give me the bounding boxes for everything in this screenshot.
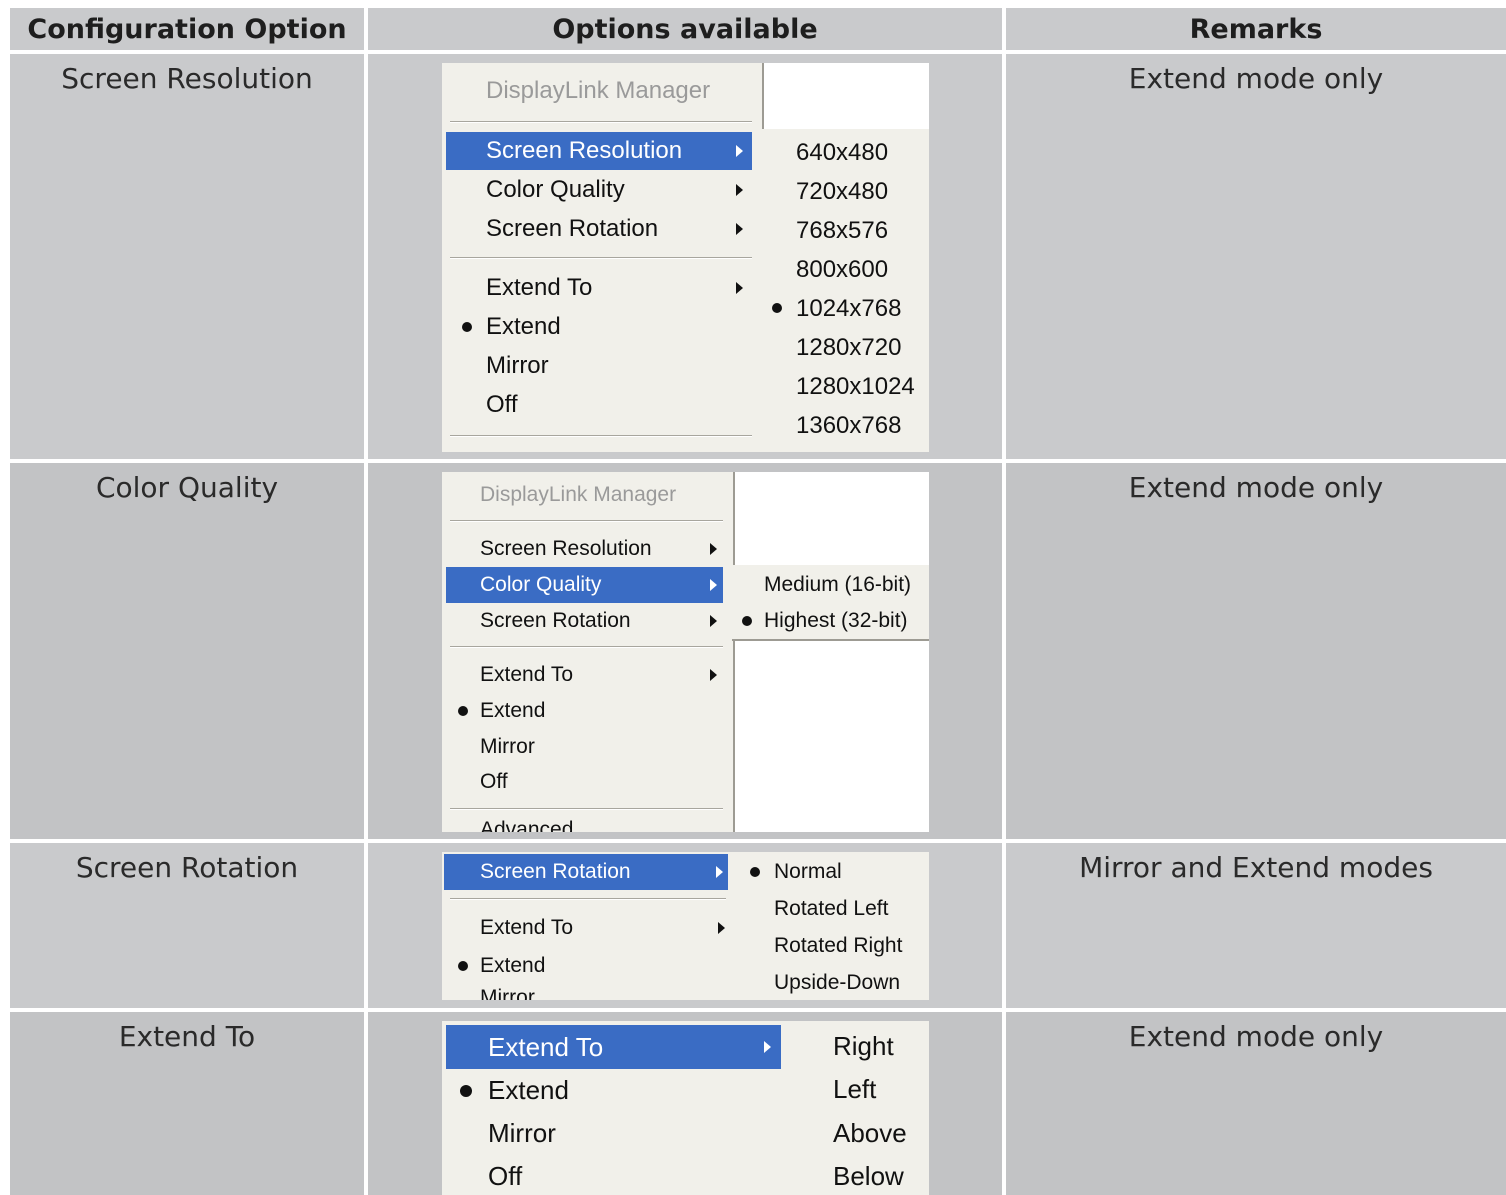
option-color-quality: Color Quality xyxy=(10,463,364,839)
header-remarks: Remarks xyxy=(1006,8,1506,50)
remarks-screen-rotation: Mirror and Extend modes xyxy=(1006,843,1506,1008)
submenu-item-above[interactable]: Above xyxy=(787,1112,929,1155)
menu-item-extend-to[interactable]: Extend To xyxy=(446,657,727,693)
menu-screenshot-screen-resolution: DisplayLink Manager Screen Resolution Co… xyxy=(442,63,929,452)
chevron-right-icon xyxy=(710,669,717,681)
chevron-right-icon xyxy=(736,184,743,196)
context-menu: DisplayLink Manager Screen Resolution Co… xyxy=(442,472,735,832)
submenu-item-rotated-right[interactable]: Rotated Right xyxy=(736,928,929,964)
submenu-item-left[interactable]: Left xyxy=(787,1068,929,1111)
menu-item-color-quality[interactable]: Color Quality xyxy=(446,171,756,209)
menu-separator xyxy=(450,520,723,522)
menu-item-mirror[interactable]: Mirror xyxy=(446,729,727,765)
submenu-rotation: Normal Rotated Left Rotated Right Upside… xyxy=(736,852,929,1000)
context-menu: Screen Rotation Extend To Extend Mirror xyxy=(442,852,738,1000)
submenu-item-medium-16-bit[interactable]: Medium (16-bit) xyxy=(732,567,929,603)
chevron-right-icon xyxy=(764,1041,771,1053)
menu-separator xyxy=(450,646,723,648)
chevron-right-icon xyxy=(716,866,723,878)
menu-item-off[interactable]: Off xyxy=(446,1155,781,1195)
menu-item-extend-to[interactable]: Extend To xyxy=(446,1025,781,1069)
radio-dot-icon xyxy=(460,1085,472,1097)
context-menu: Extend To Extend Mirror Off xyxy=(442,1021,789,1195)
radio-dot-icon xyxy=(458,961,468,971)
submenu-item-1024x768[interactable]: 1024x768 xyxy=(762,289,929,327)
menu-item-extend-to[interactable]: Extend To xyxy=(446,910,730,946)
menu-item-screen-resolution[interactable]: Screen Resolution xyxy=(446,531,727,567)
submenu-color-depth: Medium (16-bit) Highest (32-bit) xyxy=(732,565,929,641)
chevron-right-icon xyxy=(736,223,743,235)
chevron-right-icon xyxy=(710,543,717,555)
menu-item-off[interactable]: Off xyxy=(446,386,756,424)
submenu-item-normal[interactable]: Normal xyxy=(736,854,929,890)
menu-item-screen-rotation[interactable]: Screen Rotation xyxy=(444,854,728,890)
menu-item-extend[interactable]: Extend xyxy=(446,948,730,984)
chevron-right-icon xyxy=(718,922,725,934)
menu-screenshot-screen-rotation: Screen Rotation Extend To Extend Mirror … xyxy=(442,852,929,1000)
submenu-item-1280x720[interactable]: 1280x720 xyxy=(762,328,929,366)
submenu-item-1360x768[interactable]: 1360x768 xyxy=(762,406,929,444)
menu-item-mirror[interactable]: Mirror xyxy=(446,1112,781,1155)
menu-separator xyxy=(450,257,752,259)
menu-item-screen-rotation[interactable]: Screen Rotation xyxy=(446,210,756,248)
submenu-item-upside-down[interactable]: Upside-Down xyxy=(736,965,929,1000)
submenu-item-right[interactable]: Right xyxy=(787,1025,929,1068)
chevron-right-icon xyxy=(736,282,743,294)
radio-dot-icon xyxy=(458,706,468,716)
menu-title-displaylink-manager: DisplayLink Manager xyxy=(486,77,711,104)
chevron-right-icon xyxy=(710,615,717,627)
radio-dot-icon xyxy=(750,867,760,877)
chevron-right-icon xyxy=(710,579,717,591)
context-menu: DisplayLink Manager Screen Resolution Co… xyxy=(442,63,764,452)
header-configuration-option: Configuration Option xyxy=(10,8,364,50)
menu-item-color-quality[interactable]: Color Quality xyxy=(446,567,723,603)
submenu-item-1280x1024[interactable]: 1280x1024 xyxy=(762,367,929,405)
menu-screenshot-color-quality: DisplayLink Manager Screen Resolution Co… xyxy=(442,472,929,832)
menu-separator xyxy=(450,121,752,123)
menu-item-off[interactable]: Off xyxy=(446,764,727,800)
menu-item-mirror[interactable]: Mirror xyxy=(446,347,756,385)
submenu-extend-direction: Right Left Above Below xyxy=(787,1021,929,1195)
radio-dot-icon xyxy=(742,616,752,626)
menu-item-screen-resolution[interactable]: Screen Resolution xyxy=(446,132,752,170)
menu-item-advanced[interactable]: Advanced xyxy=(446,818,727,832)
radio-dot-icon xyxy=(772,303,782,313)
submenu-item-below[interactable]: Below xyxy=(787,1155,929,1195)
chevron-right-icon xyxy=(736,145,743,157)
header-options-available: Options available xyxy=(368,8,1002,50)
remarks-extend-to: Extend mode only xyxy=(1006,1012,1506,1195)
radio-dot-icon xyxy=(462,322,472,332)
remarks-color-quality: Extend mode only xyxy=(1006,463,1506,839)
submenu-item-720x480[interactable]: 720x480 xyxy=(762,172,929,210)
option-screen-resolution: Screen Resolution xyxy=(10,54,364,459)
menu-item-mirror[interactable]: Mirror xyxy=(446,986,730,1000)
menu-separator xyxy=(450,898,726,900)
menu-item-extend[interactable]: Extend xyxy=(446,308,756,346)
menu-item-extend-to[interactable]: Extend To xyxy=(446,269,756,307)
option-screen-rotation: Screen Rotation xyxy=(10,843,364,1008)
submenu-item-640x480[interactable]: 640x480 xyxy=(762,133,929,171)
menu-separator xyxy=(450,435,752,437)
remarks-screen-resolution: Extend mode only xyxy=(1006,54,1506,459)
menu-item-screen-rotation[interactable]: Screen Rotation xyxy=(446,603,727,639)
submenu-item-highest-32-bit[interactable]: Highest (32-bit) xyxy=(732,603,929,639)
submenu-item-768x576[interactable]: 768x576 xyxy=(762,211,929,249)
submenu-item-rotated-left[interactable]: Rotated Left xyxy=(736,891,929,927)
menu-item-extend[interactable]: Extend xyxy=(446,693,727,729)
submenu-resolutions: 640x480 720x480 768x576 800x600 1024x768… xyxy=(762,129,929,452)
submenu-item-800x600[interactable]: 800x600 xyxy=(762,250,929,288)
menu-screenshot-extend-to: Extend To Extend Mirror Off Right Left A… xyxy=(442,1021,929,1195)
menu-item-extend[interactable]: Extend xyxy=(446,1069,781,1112)
option-extend-to: Extend To xyxy=(10,1012,364,1195)
menu-separator xyxy=(450,808,723,810)
menu-title-displaylink-manager: DisplayLink Manager xyxy=(480,483,677,506)
